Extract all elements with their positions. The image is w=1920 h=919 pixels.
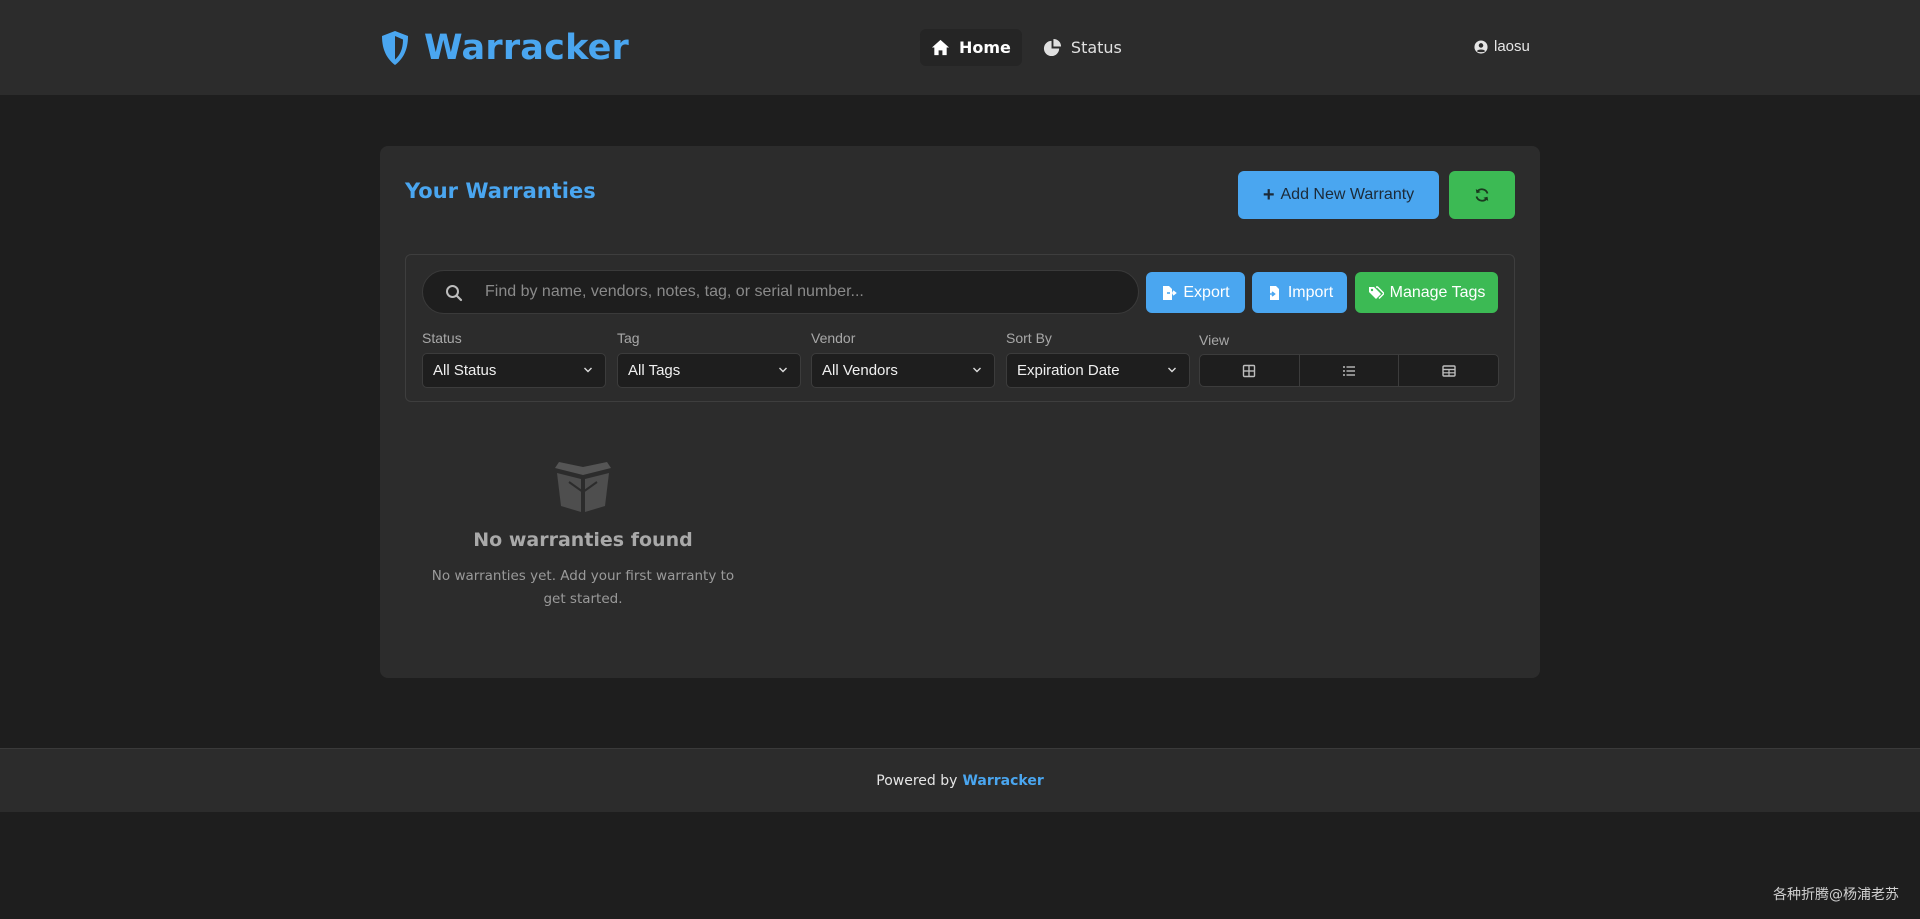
footer-link[interactable]: Warracker — [962, 773, 1043, 789]
vendor-filter-select[interactable]: All Vendors — [811, 353, 995, 388]
pie-chart-icon — [1043, 38, 1061, 57]
table-view-button[interactable] — [1399, 355, 1498, 386]
empty-state-title: No warranties found — [473, 529, 693, 551]
grid-view-button[interactable] — [1200, 355, 1300, 386]
list-view-icon — [1343, 365, 1355, 376]
home-icon — [931, 39, 950, 56]
export-label: Export — [1183, 283, 1230, 301]
tags-icon — [1368, 285, 1384, 299]
chevron-down-icon — [779, 367, 787, 373]
shield-icon — [382, 31, 408, 65]
search-icon — [446, 285, 463, 302]
vendor-filter-label: Vendor — [811, 330, 856, 346]
status-filter-select[interactable]: All Status — [422, 353, 606, 388]
brand-name: Warracker — [424, 28, 629, 68]
import-label: Import — [1287, 283, 1334, 301]
view-switcher — [1199, 354, 1499, 387]
file-export-icon — [1163, 285, 1178, 300]
top-header: Warracker Home Status laosu — [0, 0, 1920, 95]
main-nav: Home Status — [920, 29, 1133, 66]
file-import-icon — [1266, 285, 1279, 300]
import-button[interactable]: Import — [1252, 272, 1347, 313]
chevron-down-icon — [584, 367, 592, 373]
refresh-button[interactable] — [1449, 171, 1515, 219]
tag-filter-value: All Tags — [628, 362, 681, 379]
watermark: 各种折腾@杨浦老苏 — [1773, 887, 1899, 903]
box-open-icon — [555, 462, 611, 512]
filter-bar: Export Import Manage Tags Status All Sta… — [405, 254, 1515, 402]
list-view-button[interactable] — [1300, 355, 1400, 386]
chevron-down-icon — [973, 367, 981, 373]
footer-text: Powered by — [876, 772, 958, 789]
sort-by-label: Sort By — [1006, 330, 1052, 346]
page-title: Your Warranties — [405, 179, 596, 203]
status-filter-value: All Status — [433, 362, 497, 379]
brand-logo[interactable]: Warracker — [380, 28, 629, 68]
grid-view-icon — [1243, 364, 1256, 377]
add-warranty-button[interactable]: + Add New Warranty — [1238, 171, 1439, 219]
manage-tags-button[interactable]: Manage Tags — [1355, 272, 1498, 313]
username: laosu — [1494, 38, 1530, 55]
manage-tags-label: Manage Tags — [1389, 283, 1486, 301]
plus-icon: + — [1262, 184, 1275, 206]
warranties-panel: Your Warranties + Add New Warranty Find … — [380, 146, 1540, 678]
nav-status[interactable]: Status — [1032, 29, 1133, 66]
status-filter-label: Status — [422, 330, 462, 346]
search-input[interactable] — [485, 271, 1125, 313]
search-box — [422, 270, 1139, 314]
user-circle-icon — [1474, 39, 1488, 54]
sort-by-value: Expiration Date — [1017, 362, 1120, 379]
nav-status-label: Status — [1070, 38, 1122, 57]
export-button[interactable]: Export — [1146, 272, 1245, 313]
empty-state-text: No warranties yet. Add your first warran… — [431, 568, 735, 607]
view-label: View — [1199, 332, 1230, 348]
refresh-icon — [1475, 188, 1489, 202]
nav-home[interactable]: Home — [920, 29, 1022, 66]
table-view-icon — [1441, 364, 1456, 377]
nav-home-label: Home — [959, 38, 1011, 57]
empty-state: No warranties found No warranties yet. A… — [405, 462, 761, 611]
chevron-down-icon — [1168, 367, 1176, 373]
add-warranty-label: Add New Warranty — [1280, 186, 1415, 203]
footer: Powered by Warracker — [0, 748, 1920, 812]
sort-by-select[interactable]: Expiration Date — [1006, 353, 1190, 388]
user-menu[interactable]: laosu — [1474, 38, 1530, 55]
tag-filter-label: Tag — [617, 330, 640, 346]
tag-filter-select[interactable]: All Tags — [617, 353, 801, 388]
vendor-filter-value: All Vendors — [822, 362, 898, 379]
